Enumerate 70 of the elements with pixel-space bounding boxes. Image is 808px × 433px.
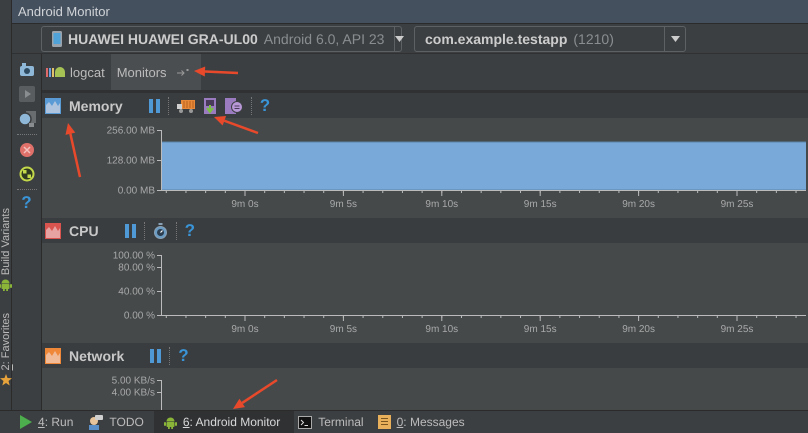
garbage-collect-icon[interactable] <box>18 166 34 182</box>
axis-label: 9m 5s <box>330 199 358 210</box>
y-axis <box>156 130 162 191</box>
camera-icon[interactable] <box>18 63 34 77</box>
caret-icon <box>670 36 680 42</box>
play-icon[interactable] <box>18 86 34 102</box>
monitor-title: CPU <box>69 222 99 238</box>
axis-label: 9m 25s <box>720 324 754 335</box>
monitor-title: Network <box>69 348 124 364</box>
tool-window-button[interactable]: 0: Messages <box>374 411 475 433</box>
tab[interactable]: Monitors <box>110 54 201 90</box>
axis-label: 9m 10s <box>425 324 458 335</box>
axis-label: 4.00 KB/s <box>112 388 155 398</box>
pause-icon[interactable] <box>150 348 162 362</box>
axis-label: 9m 20s <box>622 199 655 210</box>
pause-icon[interactable] <box>148 98 160 112</box>
axis-label: 5.00 KB/s <box>112 376 155 386</box>
side-tab[interactable]: 2: Favorites <box>0 313 12 371</box>
axis-label: 80.00 % <box>118 262 155 274</box>
monitor-title: Memory <box>69 98 123 114</box>
axis-label: 9m 0s <box>231 199 259 210</box>
phone-icon <box>52 30 62 46</box>
y-axis <box>156 380 162 410</box>
pin-icon <box>176 68 189 76</box>
axis-label: 256.00 MB <box>106 126 155 136</box>
axis-label: 9m 20s <box>622 324 655 335</box>
axis-label: 9m 10s <box>425 199 458 210</box>
axis-label: 9m 0s <box>231 324 259 335</box>
axis-label: 9m 15s <box>524 199 557 210</box>
axis-label: 0.00 MB <box>118 186 155 196</box>
annotation-arrow <box>194 66 238 76</box>
tool-window-button[interactable]: TODO <box>83 411 154 433</box>
terminal-icon <box>298 416 312 428</box>
play-icon <box>20 415 32 429</box>
screen-record-icon[interactable] <box>18 111 36 127</box>
axis-label: 9m 25s <box>720 199 754 210</box>
android-icon <box>164 416 177 428</box>
stopwatch-icon[interactable] <box>152 222 168 238</box>
help-icon[interactable]: ? <box>21 194 32 212</box>
device-dropdown[interactable]: HUAWEI HUAWEI GRA-UL00 Android 6.0, API 23 <box>41 26 402 52</box>
allocation-tracker-icon[interactable] <box>224 98 243 114</box>
axis-label: 9m 5s <box>330 324 358 335</box>
help-icon[interactable]: ? <box>260 96 270 114</box>
axis-label: 40.00 % <box>118 286 155 298</box>
android-icon <box>0 278 12 292</box>
axis-label: 9m 15s <box>524 324 557 335</box>
axis-label: 128.00 MB <box>106 156 155 166</box>
close-icon[interactable] <box>20 143 34 157</box>
tool-window-button[interactable]: 4: Run <box>16 411 84 433</box>
star-icon <box>0 374 12 386</box>
side-tab[interactable]: Build Variants <box>0 208 12 276</box>
pause-icon[interactable] <box>124 224 136 238</box>
axis-label: 100.00 % <box>112 250 155 262</box>
messages-icon <box>378 415 391 429</box>
truck-icon[interactable] <box>176 98 195 112</box>
tool-window-button[interactable]: 6: Android Monitor <box>154 411 294 433</box>
axis-label: 0.00 % <box>124 310 155 322</box>
tool-window-button[interactable]: Terminal <box>294 411 374 433</box>
annotation-arrow <box>66 123 82 178</box>
logcat-icon <box>46 66 66 78</box>
annotation-arrow <box>214 116 258 134</box>
process-dropdown[interactable]: com.example.testapp (1210) <box>414 26 686 52</box>
person-icon <box>87 414 104 430</box>
help-icon[interactable]: ? <box>178 346 189 364</box>
annotation-arrow <box>233 378 278 409</box>
heap-dump-icon[interactable] <box>202 98 217 114</box>
caret-icon <box>395 36 404 42</box>
y-axis <box>156 254 162 316</box>
help-icon[interactable]: ? <box>184 222 195 240</box>
window-title: Android Monitor <box>18 4 110 19</box>
